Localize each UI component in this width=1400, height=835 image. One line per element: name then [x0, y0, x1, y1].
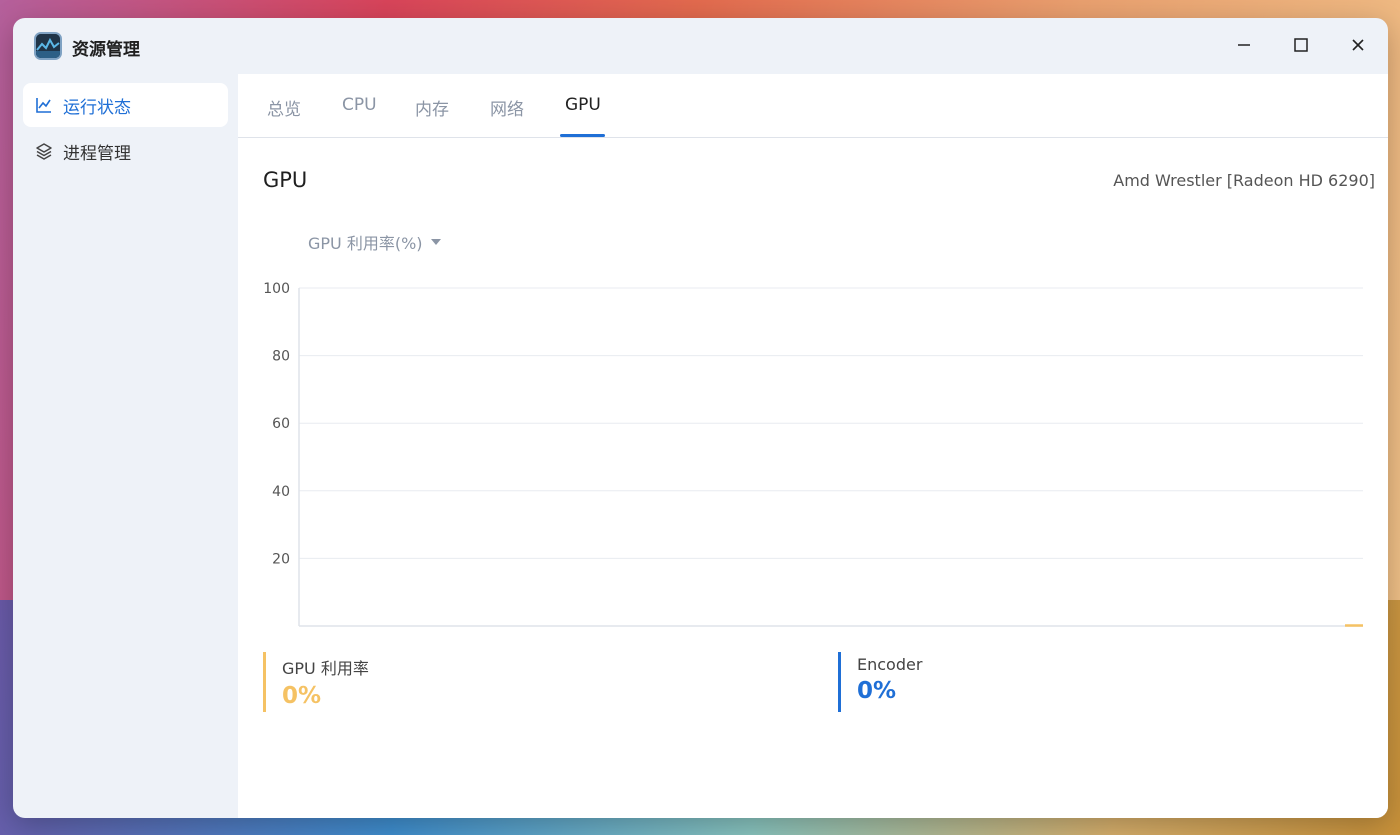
gpu-model-name: Amd Wrestler [Radeon HD 6290] — [1113, 171, 1375, 190]
sidebar: 运行状态 进程管理 — [13, 74, 238, 818]
stat-value: 0% — [282, 683, 322, 709]
close-button[interactable] — [1340, 31, 1376, 59]
stat-label: Encoder — [857, 655, 923, 674]
titlebar: 资源管理 — [13, 18, 1388, 74]
stat-value: 0% — [857, 678, 897, 704]
tab-network[interactable]: 网络 — [490, 95, 524, 120]
y-tick-label: 80 — [272, 349, 290, 365]
main-panel: 总览 CPU 内存 网络 GPU GPU Amd Wrestler [Radeo… — [238, 74, 1388, 818]
minimize-button[interactable] — [1226, 31, 1262, 59]
metric-dropdown-label: GPU 利用率(%) — [308, 234, 423, 253]
stat-label: GPU 利用率 — [282, 659, 369, 678]
sidebar-item-status[interactable]: 运行状态 — [23, 83, 228, 127]
section-title: GPU — [263, 168, 308, 192]
sidebar-item-processes[interactable]: 进程管理 — [23, 129, 228, 173]
layers-icon — [36, 143, 52, 160]
app-window: 资源管理 运行状态 进程管理 总览 CPU 内存 网络 GPU GPU Amd … — [13, 18, 1388, 818]
stat-encoder: Encoder 0% — [838, 652, 922, 712]
close-icon — [1352, 39, 1364, 51]
app-title: 资源管理 — [72, 40, 140, 60]
y-tick-label: 40 — [272, 484, 290, 500]
gpu-usage-chart: 100 80 60 40 20 — [263, 281, 1363, 627]
maximize-icon — [1294, 38, 1308, 52]
tab-bar: 总览 CPU 内存 网络 GPU — [238, 74, 1388, 138]
tab-cpu[interactable]: CPU — [342, 95, 377, 115]
stat-gpu-usage: GPU 利用率 0% — [263, 652, 369, 712]
app-logo-icon — [34, 32, 62, 60]
caret-down-icon — [430, 239, 441, 245]
tab-memory[interactable]: 内存 — [415, 95, 449, 120]
tab-gpu[interactable]: GPU — [565, 95, 601, 115]
chart-line-icon — [36, 98, 51, 113]
maximize-button[interactable] — [1283, 31, 1319, 59]
active-tab-indicator — [560, 134, 605, 137]
tab-overview[interactable]: 总览 — [267, 95, 301, 120]
minimize-icon — [1238, 44, 1250, 46]
sidebar-item-label: 运行状态 — [63, 97, 131, 118]
y-tick-label: 20 — [272, 551, 290, 567]
sidebar-item-label: 进程管理 — [63, 143, 131, 164]
y-tick-label: 100 — [263, 281, 290, 297]
y-tick-label: 60 — [272, 416, 290, 432]
metric-dropdown[interactable]: GPU 利用率(%) — [308, 230, 441, 254]
